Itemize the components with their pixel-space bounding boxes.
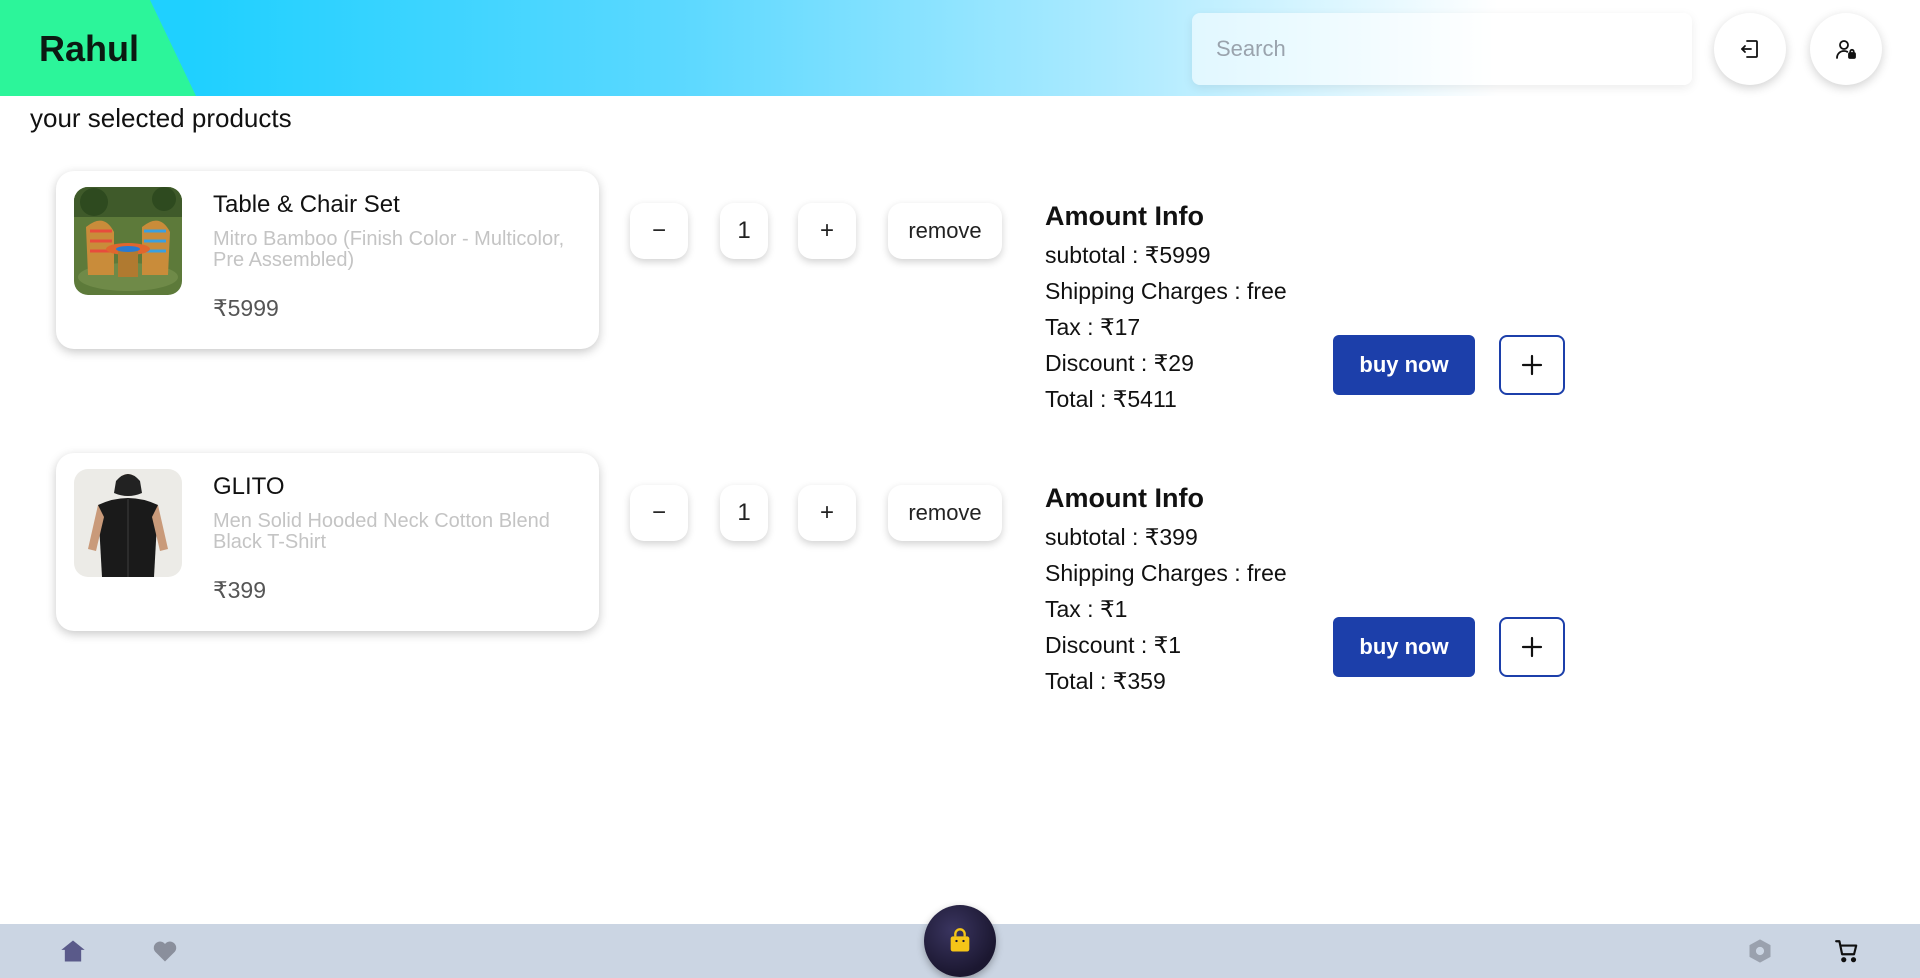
top-header: Rahul [0,0,1920,96]
product-image [74,187,182,295]
shipping-text: Shipping Charges : free [1045,560,1287,586]
shipping-text: Shipping Charges : free [1045,278,1287,304]
amount-info-title: Amount Info [1045,201,1204,231]
increase-quantity-button[interactable]: + [798,485,856,541]
tax-text: Tax : ₹1 [1045,596,1128,622]
cart-item-row: GLITO Men Solid Hooded Neck Cotton Blend… [0,453,1920,713]
increase-quantity-button[interactable]: + [798,203,856,259]
logout-icon [1741,40,1758,58]
cart-item-row: Table & Chair Set Mitro Bamboo (Finish C… [0,171,1920,431]
product-description: Mitro Bamboo (Finish Color - Multicolor,… [213,228,565,271]
decrease-quantity-button[interactable]: − [630,203,688,259]
quantity-value: 1 [720,203,768,259]
hexagon-icon [1749,939,1771,963]
discount-text: Discount : ₹29 [1045,350,1194,376]
logout-button[interactable] [1714,13,1786,85]
plus-icon [1521,636,1543,658]
product-price: ₹399 [213,577,267,603]
product-card[interactable]: Table & Chair Set Mitro Bamboo (Finish C… [56,171,599,349]
quantity-value: 1 [720,485,768,541]
tax-text: Tax : ₹17 [1045,314,1141,340]
total-text: Total : ₹5411 [1045,386,1177,412]
home-nav-button[interactable] [58,936,88,966]
total-text: Total : ₹359 [1045,668,1166,694]
buy-now-button[interactable]: buy now [1333,617,1475,677]
product-price: ₹5999 [213,295,279,321]
amount-info-title: Amount Info [1045,483,1204,513]
amount-info: Amount Info subtotal : ₹5999 Shipping Ch… [1045,201,1287,417]
cart-nav-button[interactable] [1832,936,1862,966]
product-description: Men Solid Hooded Neck Cotton Blend Black… [213,510,550,553]
user-account-button[interactable] [1810,13,1882,85]
home-icon [61,940,85,962]
product-card[interactable]: GLITO Men Solid Hooded Neck Cotton Blend… [56,453,599,631]
remove-button[interactable]: remove [888,203,1002,259]
amount-info: Amount Info subtotal : ₹399 Shipping Cha… [1045,483,1287,699]
plus-icon [1521,354,1543,376]
wishlist-nav-button[interactable] [150,936,180,966]
product-image [74,469,182,577]
remove-button[interactable]: remove [888,485,1002,541]
brand-name: Rahul [39,28,140,69]
user-lock-icon [1836,40,1856,59]
discount-text: Discount : ₹1 [1045,632,1182,658]
heart-icon [153,941,177,962]
product-name: Table & Chair Set [213,191,400,218]
shopping-bag-button[interactable] [924,905,996,977]
settings-nav-button[interactable] [1745,936,1775,966]
decrease-quantity-button[interactable]: − [630,485,688,541]
shopping-bag-icon [950,928,970,952]
product-name: GLITO [213,473,285,500]
section-title: your selected products [30,103,292,133]
buy-now-button[interactable]: buy now [1333,335,1475,395]
add-button[interactable] [1499,617,1565,677]
subtotal-text: subtotal : ₹399 [1045,524,1198,550]
subtotal-text: subtotal : ₹5999 [1045,242,1211,268]
add-button[interactable] [1499,335,1565,395]
search-input[interactable] [1192,13,1692,85]
cart-icon [1835,940,1858,963]
